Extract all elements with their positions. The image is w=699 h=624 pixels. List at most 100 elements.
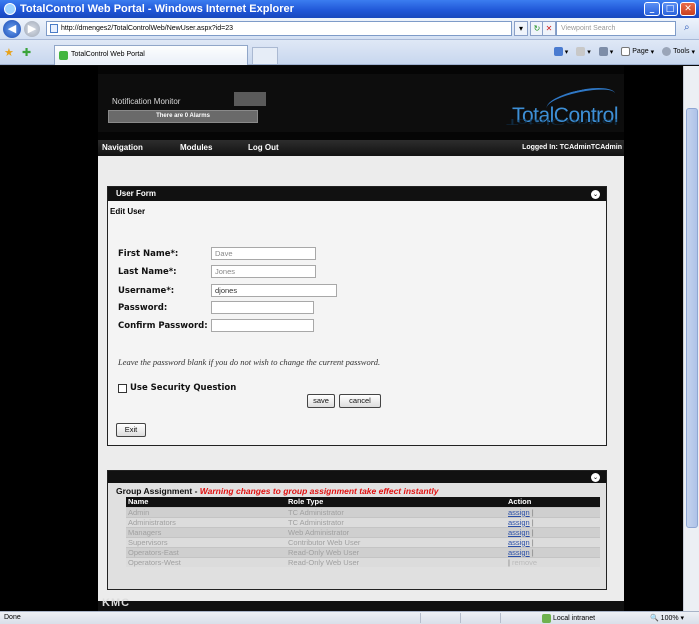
page-content: Notification Monitor There are 0 Alarms … — [0, 66, 699, 611]
notification-indicator — [234, 92, 266, 106]
print-icon — [598, 47, 608, 56]
address-dropdown-icon[interactable]: ▾ — [514, 21, 528, 36]
page-icon — [50, 24, 58, 33]
close-button[interactable]: ✕ — [680, 2, 696, 16]
vertical-scrollbar[interactable] — [683, 66, 699, 611]
scrollbar-thumb[interactable] — [686, 108, 698, 528]
user-form-panel: User Form ⌄ Edit User First Name*: Dave … — [107, 186, 607, 446]
assign-link[interactable]: assign — [508, 518, 530, 527]
home-icon — [553, 47, 563, 56]
intranet-icon — [542, 614, 551, 623]
page-menu-icon — [621, 47, 631, 56]
portal-banner: Notification Monitor There are 0 Alarms … — [98, 74, 624, 132]
assign-link[interactable]: assign — [508, 528, 530, 537]
group-title-separator: - — [192, 486, 200, 496]
table-row: Managers Web Administrator assign | — [126, 526, 600, 537]
status-divider — [460, 613, 461, 623]
address-field[interactable]: http://dmenges2/TotalControlWeb/NewUser.… — [46, 21, 512, 36]
zoom-label: 100% — [660, 615, 679, 622]
nav-navigation[interactable]: Navigation — [102, 143, 143, 152]
site-icon — [59, 51, 68, 60]
new-tab-button[interactable] — [252, 47, 278, 64]
security-question-option[interactable]: Use Security Question — [118, 383, 236, 393]
group-title-text: Group Assignment — [116, 486, 193, 496]
group-name: Operators-West — [126, 556, 286, 567]
group-panel-header: ⌄ — [108, 471, 606, 483]
assign-link[interactable]: assign — [508, 548, 530, 557]
search-icon[interactable]: ⌕ — [684, 22, 690, 33]
minimize-button[interactable]: _ — [644, 2, 660, 16]
security-question-label: Use Security Question — [130, 383, 237, 393]
print-button[interactable]: ▾ — [598, 47, 613, 56]
table-row: Admin TC Administrator assign | — [126, 506, 600, 517]
first-name-field[interactable]: Dave — [211, 247, 316, 260]
cancel-button[interactable]: cancel — [339, 394, 381, 408]
logged-in-user: Logged In: TCAdminTCAdmin — [522, 144, 622, 151]
password-hint: Leave the password blank if you do not w… — [118, 357, 381, 367]
last-name-label: Last Name*: — [118, 267, 177, 277]
table-header-row: Name Role Type Action — [126, 497, 600, 507]
security-question-checkbox[interactable] — [118, 383, 127, 393]
group-role: Read-Only Web User — [286, 546, 506, 557]
window-title: TotalControl Web Portal - Windows Intern… — [20, 3, 294, 15]
page-menu[interactable]: Page ▾ — [621, 47, 654, 56]
col-name: Name — [126, 497, 286, 507]
tab-label: TotalControl Web Portal — [71, 51, 145, 58]
confirm-password-field[interactable] — [211, 319, 314, 332]
username-field[interactable]: djones — [211, 284, 337, 297]
group-action-cell: | remove — [506, 556, 600, 567]
group-name: Supervisors — [126, 536, 286, 547]
stop-button[interactable]: ✕ — [542, 21, 556, 36]
tab-active[interactable]: TotalControl Web Portal — [54, 45, 248, 65]
back-button[interactable]: ◀ — [3, 19, 21, 38]
assign-link[interactable]: assign — [508, 538, 530, 547]
group-warning: Warning changes to group assignment take… — [199, 486, 439, 496]
username-label: Username*: — [118, 286, 175, 296]
portal-footer: KMC — [98, 597, 624, 611]
search-input[interactable]: Viewpoint Search — [556, 21, 676, 36]
gear-icon — [662, 47, 672, 56]
section-title: Edit User — [110, 207, 146, 216]
save-button[interactable]: save — [307, 394, 335, 408]
password-label: Password: — [118, 303, 168, 313]
group-role: Read-Only Web User — [286, 556, 506, 567]
tools-menu[interactable]: Tools ▾ — [662, 47, 695, 56]
status-text: Done — [4, 614, 21, 621]
table-row: Operators-East Read-Only Web User assign… — [126, 546, 600, 557]
assign-link[interactable]: assign — [508, 508, 530, 517]
nav-logout[interactable]: Log Out — [248, 143, 279, 152]
title-bar: TotalControl Web Portal - Windows Intern… — [0, 0, 699, 18]
add-favorite-icon[interactable]: ✚ — [22, 46, 31, 59]
nav-modules[interactable]: Modules — [180, 143, 212, 152]
group-table: Name Role Type Action Admin TC Administr… — [126, 497, 600, 567]
collapse-icon[interactable]: ⌄ — [591, 190, 600, 199]
group-assignment-title: Group Assignment - Warning changes to gr… — [116, 486, 438, 496]
feeds-icon — [576, 47, 586, 56]
maximize-button[interactable]: □ — [662, 2, 678, 16]
group-role: TC Administrator — [286, 516, 506, 527]
home-button[interactable]: ▾ — [553, 47, 568, 56]
remove-link[interactable]: remove — [512, 558, 537, 567]
alarm-count-banner[interactable]: There are 0 Alarms — [108, 110, 258, 123]
group-action-cell: assign | — [506, 536, 600, 547]
group-action-cell: assign | — [506, 546, 600, 557]
portal-navbar: Navigation Modules Log Out Logged In: TC… — [98, 140, 624, 156]
last-name-field[interactable]: Jones — [211, 265, 316, 278]
tab-row: ★ ✚ TotalControl Web Portal ▾ ▾ ▾ Page ▾ … — [0, 40, 699, 65]
address-url: http://dmenges2/TotalControlWeb/NewUser.… — [61, 25, 234, 32]
window-controls: _ □ ✕ — [644, 2, 696, 16]
action-separator: | — [531, 537, 534, 547]
action-separator: | — [531, 547, 534, 557]
forward-button[interactable]: ▶ — [24, 20, 40, 37]
group-collapse-icon[interactable]: ⌄ — [591, 473, 600, 482]
feeds-button[interactable]: ▾ — [576, 47, 591, 56]
portal-container: Notification Monitor There are 0 Alarms … — [98, 66, 624, 611]
password-field[interactable] — [211, 301, 314, 314]
notification-title: Notification Monitor — [112, 97, 181, 106]
panel-title: User Form — [116, 189, 157, 198]
group-role: TC Administrator — [286, 506, 506, 517]
zoom-level[interactable]: 🔍 100% ▾ — [650, 614, 684, 622]
favorites-star-icon[interactable]: ★ — [4, 46, 14, 59]
exit-button[interactable]: Exit — [116, 423, 146, 437]
group-assignment-panel: ⌄ Group Assignment - Warning changes to … — [107, 470, 607, 590]
